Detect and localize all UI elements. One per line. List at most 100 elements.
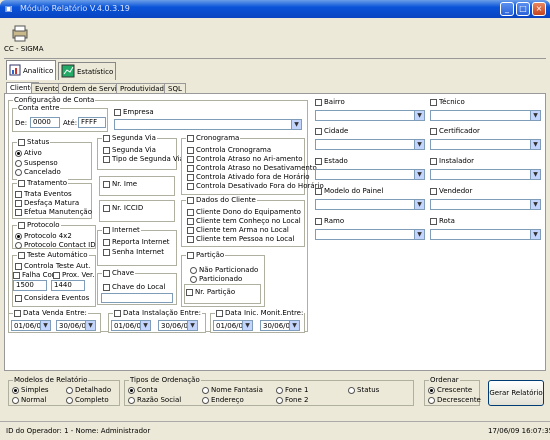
empresa-dropdown[interactable]: ▼ bbox=[114, 119, 302, 130]
senha-internet-checkbox[interactable]: Senha Internet bbox=[103, 248, 164, 256]
estado-dropdown[interactable]: ▼ bbox=[315, 169, 425, 180]
ord-fone1-radio[interactable]: Fone 1 bbox=[276, 386, 308, 394]
rota-checkbox[interactable]: Rota bbox=[430, 217, 455, 225]
chave-local-checkbox[interactable]: Chave do Local bbox=[103, 283, 165, 291]
modelo-normal-radio[interactable]: Normal bbox=[12, 396, 46, 404]
ord-status-radio[interactable]: Status bbox=[348, 386, 379, 394]
empresa-checkbox[interactable]: Empresa bbox=[114, 108, 154, 116]
chevron-down-icon: ▼ bbox=[530, 140, 540, 149]
tecnico-dropdown[interactable]: ▼ bbox=[430, 110, 541, 121]
ordenar-crescente-radio[interactable]: Crescente bbox=[428, 386, 472, 394]
controla-teste-checkbox[interactable]: Controla Teste Aut. bbox=[15, 262, 90, 270]
prox-ver-checkbox[interactable]: Prox. Ver. bbox=[53, 271, 95, 279]
status-ativo-radio[interactable]: Ativo bbox=[15, 149, 42, 157]
tab-estatistico-label: Estatístico bbox=[77, 67, 114, 76]
controla-cronograma-checkbox[interactable]: Controla Cronograma bbox=[187, 146, 271, 154]
desfaca-matura-checkbox[interactable]: Desfaça Matura bbox=[15, 199, 79, 207]
cidade-checkbox[interactable]: Cidade bbox=[315, 127, 348, 135]
cliente-arma-label: Cliente tem Arma no Local bbox=[196, 226, 289, 234]
internet-title: Internet bbox=[102, 226, 141, 234]
efetua-manutencao-label: Efetua Manutenção bbox=[24, 208, 93, 216]
chevron-down-icon: ▼ bbox=[414, 170, 424, 179]
conta-title: Conta entre bbox=[17, 104, 61, 112]
modelo-simples-label: Simples bbox=[21, 386, 49, 394]
ramo-dropdown[interactable]: ▼ bbox=[315, 229, 425, 240]
nr-particao-checkbox[interactable]: Nr. Partição bbox=[186, 288, 235, 296]
chevron-down-icon: ▼ bbox=[414, 140, 424, 149]
data-instalacao-from[interactable]: 01/06/09 ▼ bbox=[111, 320, 151, 331]
modelo-painel-checkbox[interactable]: Modelo do Painel bbox=[315, 187, 383, 195]
tab-estatistico[interactable]: Estatístico bbox=[58, 62, 116, 80]
ord-fone2-radio[interactable]: Fone 2 bbox=[276, 396, 308, 404]
maximize-button[interactable]: □ bbox=[516, 2, 530, 16]
rota-dropdown[interactable]: ▼ bbox=[430, 229, 541, 240]
bairro-dropdown[interactable]: ▼ bbox=[315, 110, 425, 121]
conta-de-input[interactable]: 0000 bbox=[30, 117, 60, 128]
status-suspenso-radio[interactable]: Suspenso bbox=[15, 159, 58, 167]
segunda-via-checkbox[interactable]: Segunda Via bbox=[103, 146, 156, 154]
tecnico-checkbox[interactable]: Técnico bbox=[430, 98, 465, 106]
trata-eventos-checkbox[interactable]: Trata Eventos bbox=[15, 190, 72, 198]
empresa-label: Empresa bbox=[123, 108, 154, 116]
reporta-internet-checkbox[interactable]: Reporta Internet bbox=[103, 238, 170, 246]
chevron-down-icon: ▼ bbox=[291, 120, 301, 129]
modelo-simples-radio[interactable]: Simples bbox=[12, 386, 49, 394]
printer-icon[interactable] bbox=[10, 24, 30, 42]
ord-nome-fantasia-radio[interactable]: Nome Fantasia bbox=[202, 386, 263, 394]
data-monit-to[interactable]: 30/06/09 ▼ bbox=[260, 320, 300, 331]
protocolo-contactid-radio[interactable]: Protocolo Contact ID bbox=[15, 241, 96, 249]
desativado-fora-horario-label: Controla Desativado Fora do Horário bbox=[196, 182, 324, 190]
falha-com-input[interactable]: 1500 bbox=[13, 280, 47, 291]
modelo-completo-radio[interactable]: Completo bbox=[66, 396, 109, 404]
tab-analitico[interactable]: Analítico bbox=[6, 60, 56, 80]
cidade-dropdown[interactable]: ▼ bbox=[315, 139, 425, 150]
minimize-button[interactable]: _ bbox=[500, 2, 514, 16]
certificador-dropdown[interactable]: ▼ bbox=[430, 139, 541, 150]
vendedor-dropdown[interactable]: ▼ bbox=[430, 199, 541, 210]
instalador-dropdown[interactable]: ▼ bbox=[430, 169, 541, 180]
ativado-fora-horario-checkbox[interactable]: Controla Ativado fora de Horário bbox=[187, 173, 310, 181]
ord-razao-social-radio[interactable]: Razão Social bbox=[128, 396, 181, 404]
gerar-relatorio-button[interactable]: Gerar Relatório bbox=[488, 380, 544, 406]
status-title: Status bbox=[17, 138, 51, 146]
bairro-checkbox[interactable]: Bairro bbox=[315, 98, 345, 106]
ordenar-decrescente-radio[interactable]: Decrescente bbox=[428, 396, 481, 404]
protocolo-4x2-radio[interactable]: Protocolo 4x2 bbox=[15, 232, 72, 240]
instalador-checkbox[interactable]: Instalador bbox=[430, 157, 474, 165]
estado-checkbox[interactable]: Estado bbox=[315, 157, 348, 165]
atraso-armamento-checkbox[interactable]: Controla Atraso no Ari-amento bbox=[187, 155, 303, 163]
cliente-pessoa-checkbox[interactable]: Cliente tem Pessoa no Local bbox=[187, 235, 294, 243]
data-venda-to[interactable]: 30/06/09 ▼ bbox=[56, 320, 96, 331]
nao-particionado-radio[interactable]: Não Particionado bbox=[190, 266, 258, 274]
ramo-checkbox[interactable]: Ramo bbox=[315, 217, 344, 225]
status-cancelado-radio[interactable]: Cancelado bbox=[15, 168, 61, 176]
data-venda-from[interactable]: 01/06/09 ▼ bbox=[11, 320, 51, 331]
cliente-arma-checkbox[interactable]: Cliente tem Arma no Local bbox=[187, 226, 289, 234]
reporta-internet-label: Reporta Internet bbox=[112, 238, 170, 246]
considera-eventos-checkbox[interactable]: Considera Eventos bbox=[15, 294, 89, 302]
desativado-fora-horario-checkbox[interactable]: Controla Desativado Fora do Horário bbox=[187, 182, 324, 190]
chevron-down-icon: ▼ bbox=[242, 321, 252, 330]
atraso-armamento-label: Controla Atraso no Ari-amento bbox=[196, 155, 303, 163]
conta-ate-input[interactable]: FFFF bbox=[78, 117, 106, 128]
chevron-down-icon: ▼ bbox=[414, 200, 424, 209]
tipo-segunda-via-checkbox[interactable]: Tipo de Segunda Via bbox=[103, 155, 184, 163]
data-instalacao-to[interactable]: 30/06/09 ▼ bbox=[158, 320, 198, 331]
atraso-desativamento-checkbox[interactable]: Controla Atraso no Desativamento bbox=[187, 164, 317, 172]
ordenacao-title: Tipos de Ordenação bbox=[129, 376, 201, 384]
senha-internet-label: Senha Internet bbox=[112, 248, 164, 256]
efetua-manutencao-checkbox[interactable]: Efetua Manutenção bbox=[15, 208, 92, 216]
modelo-painel-dropdown[interactable]: ▼ bbox=[315, 199, 425, 210]
particionado-radio[interactable]: Particionado bbox=[190, 275, 242, 283]
ord-conta-radio[interactable]: Conta bbox=[128, 386, 158, 394]
cliente-dono-checkbox[interactable]: Cliente Dono do Equipamento bbox=[187, 208, 301, 216]
prox-ver-input[interactable]: 1440 bbox=[51, 280, 85, 291]
data-monit-from[interactable]: 01/06/09 ▼ bbox=[213, 320, 253, 331]
ord-endereco-radio[interactable]: Endereço bbox=[202, 396, 244, 404]
close-button[interactable]: × bbox=[532, 2, 546, 16]
vendedor-checkbox[interactable]: Vendedor bbox=[430, 187, 472, 195]
modelo-detalhado-radio[interactable]: Detalhado bbox=[66, 386, 111, 394]
cliente-conheco-checkbox[interactable]: Cliente tem Conheço no Local bbox=[187, 217, 301, 225]
chave-local-input[interactable] bbox=[101, 293, 173, 303]
certificador-checkbox[interactable]: Certificador bbox=[430, 127, 480, 135]
